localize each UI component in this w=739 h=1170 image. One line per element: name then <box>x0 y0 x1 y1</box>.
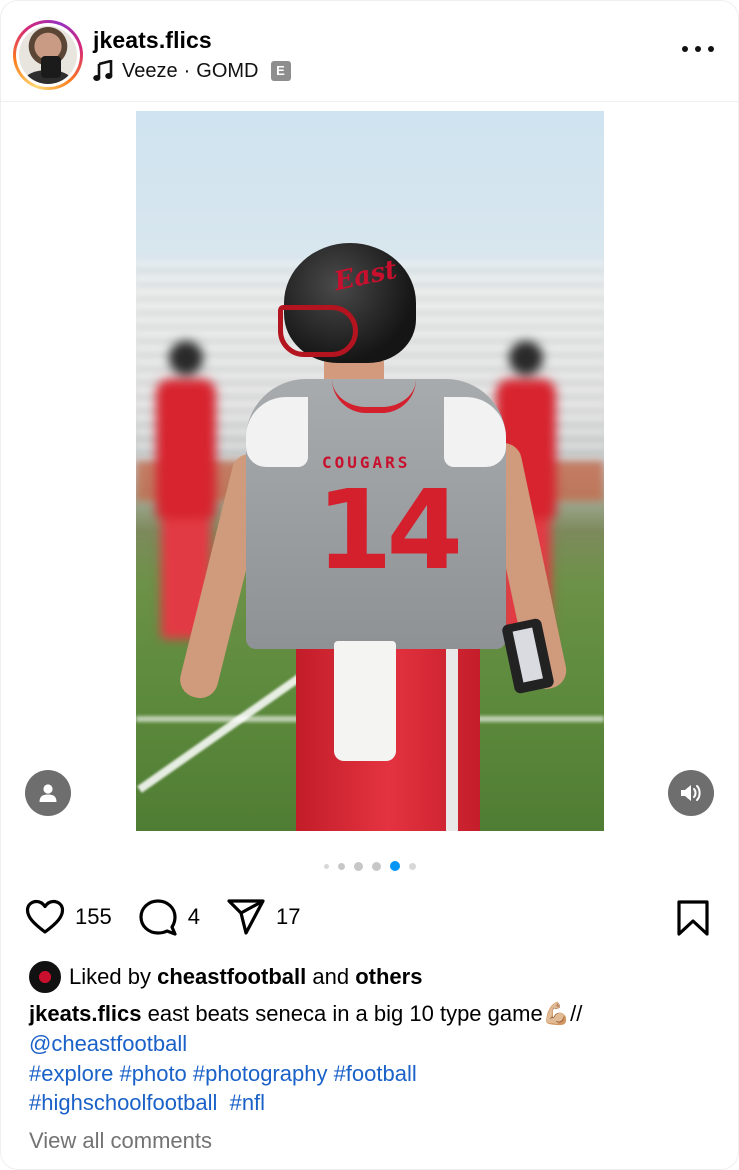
post-caption: jkeats.flics east beats seneca in a big … <box>29 999 719 1059</box>
liked-by-line[interactable]: Liked by cheastfootball and others <box>29 961 422 993</box>
bookmark-icon <box>677 900 709 936</box>
instagram-post: jkeats.flics Veeze · GOMD E COUGARS 14 E… <box>0 0 739 1170</box>
post-header: jkeats.flics Veeze · GOMD E <box>1 1 738 102</box>
share-action: 17 <box>226 898 300 936</box>
person-icon <box>39 784 57 802</box>
hashtags-line-1[interactable]: #explore #photo #photography #football <box>29 1059 719 1088</box>
save-button[interactable] <box>676 899 710 942</box>
speaker-icon <box>681 785 701 801</box>
share-count: 17 <box>275 904 301 929</box>
song-separator: · <box>183 59 191 82</box>
audio-link[interactable]: Veeze · GOMD E <box>93 58 291 84</box>
mute-toggle-button[interactable] <box>668 770 714 816</box>
helmet: East <box>278 243 416 363</box>
carousel-dot <box>337 862 345 870</box>
comment-count: 4 <box>187 904 200 929</box>
carousel-dot <box>371 861 381 871</box>
carousel-indicator <box>1 861 738 871</box>
carousel-dot <box>408 862 416 870</box>
more-dot-icon <box>708 46 714 52</box>
like-action: 155 <box>25 899 112 935</box>
username[interactable]: jkeats.flics <box>93 27 212 54</box>
song-title: GOMD <box>196 59 259 82</box>
caption-text: east beats seneca in a big 10 type game💪… <box>147 1001 583 1026</box>
liker-username[interactable]: cheastfootball <box>157 964 306 990</box>
heart-icon[interactable] <box>25 899 65 935</box>
caption-username[interactable]: jkeats.flics <box>29 1001 142 1026</box>
explicit-badge: E <box>270 61 291 81</box>
post-image[interactable]: COUGARS 14 East <box>136 111 604 831</box>
view-all-comments-link[interactable]: View all comments <box>29 1128 212 1154</box>
avatar[interactable] <box>13 20 83 90</box>
carousel-dot-active <box>389 861 400 871</box>
like-count: 155 <box>75 904 112 929</box>
caption-hashtags: #explore #photo #photography #football #… <box>29 1059 719 1117</box>
hashtags-line-2[interactable]: #highschoolfootball #nfl <box>29 1088 719 1117</box>
comment-action: 4 <box>138 898 200 936</box>
more-dot-icon <box>695 46 701 52</box>
caption-mention[interactable]: @cheastfootball <box>29 1031 187 1056</box>
tagged-users-button[interactable] <box>25 770 71 816</box>
comment-icon[interactable] <box>138 898 178 936</box>
jersey-number: 14 <box>316 466 463 594</box>
music-note-icon <box>93 60 113 81</box>
liker-avatar <box>29 961 61 993</box>
carousel-dot <box>353 861 363 871</box>
more-dot-icon <box>682 46 688 52</box>
jersey: COUGARS 14 <box>246 379 506 649</box>
carousel-dot <box>323 863 329 869</box>
liked-by-others[interactable]: others <box>355 964 422 990</box>
song-artist: Veeze <box>122 59 178 82</box>
liked-by-conjunction: and <box>312 964 350 989</box>
action-bar: 155 4 17 <box>25 897 714 937</box>
helmet-text: East <box>331 254 400 298</box>
liked-by-prefix: Liked by <box>69 964 151 989</box>
football-player: COUGARS 14 East <box>136 111 604 831</box>
more-options-button[interactable] <box>682 39 714 59</box>
avatar-photo <box>19 26 77 84</box>
send-icon[interactable] <box>226 898 266 936</box>
